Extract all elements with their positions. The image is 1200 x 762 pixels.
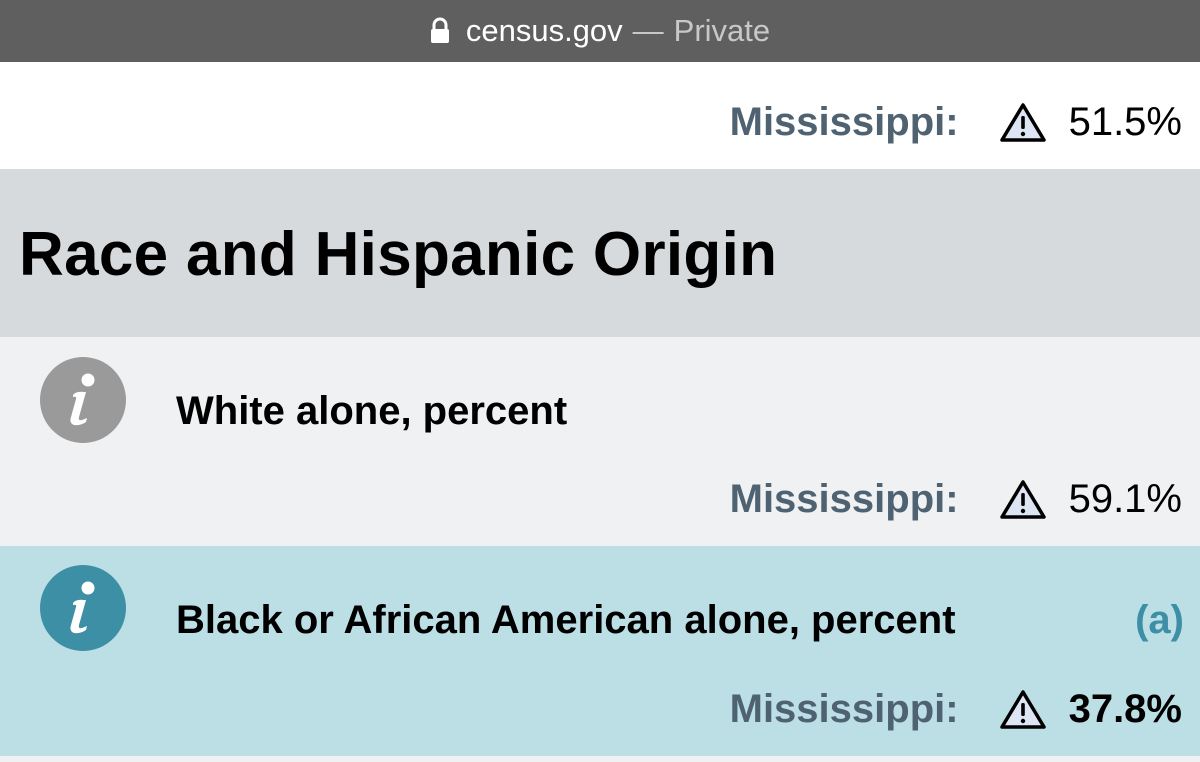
fact-value: 37.8% [1068,686,1182,731]
url-domain: census.gov [465,13,623,48]
fact-value: 51.5% [1068,99,1182,144]
warning-icon[interactable] [999,101,1047,143]
fact-value: 59.1% [1068,476,1182,521]
state-value-line: Mississippi: 59.1% [730,474,1182,524]
state-value-line: Mississippi: 51.5% [730,97,1182,147]
warning-icon[interactable] [999,478,1047,520]
fact-row-black-alone[interactable]: Black or African American alone, percent… [0,546,1200,756]
state-label: Mississippi: [729,99,959,144]
warning-icon[interactable] [999,688,1047,730]
state-value-line: Mississippi: 37.8% [730,684,1182,734]
fact-label: White alone, percent [176,389,568,433]
fact-row-white-alone[interactable]: White alone, percent Mississippi: 59.1% [0,337,1200,546]
section-header: Race and Hispanic Origin [0,169,1200,337]
info-icon[interactable] [40,357,126,443]
url-separator: — [632,13,664,48]
address-bar[interactable]: census.gov — Private [0,0,1200,62]
info-icon[interactable] [40,565,126,651]
fact-row-previous: Mississippi: 51.5% [0,62,1200,169]
next-row-edge [0,756,1200,762]
footnote-link[interactable]: (a) [1135,598,1184,643]
section-title: Race and Hispanic Origin [19,220,778,289]
fact-label: Black or African American alone, percent [176,598,956,642]
state-label: Mississippi: [729,686,959,731]
private-mode-label: Private [673,13,771,48]
lock-icon [430,17,449,43]
state-label: Mississippi: [729,476,959,521]
